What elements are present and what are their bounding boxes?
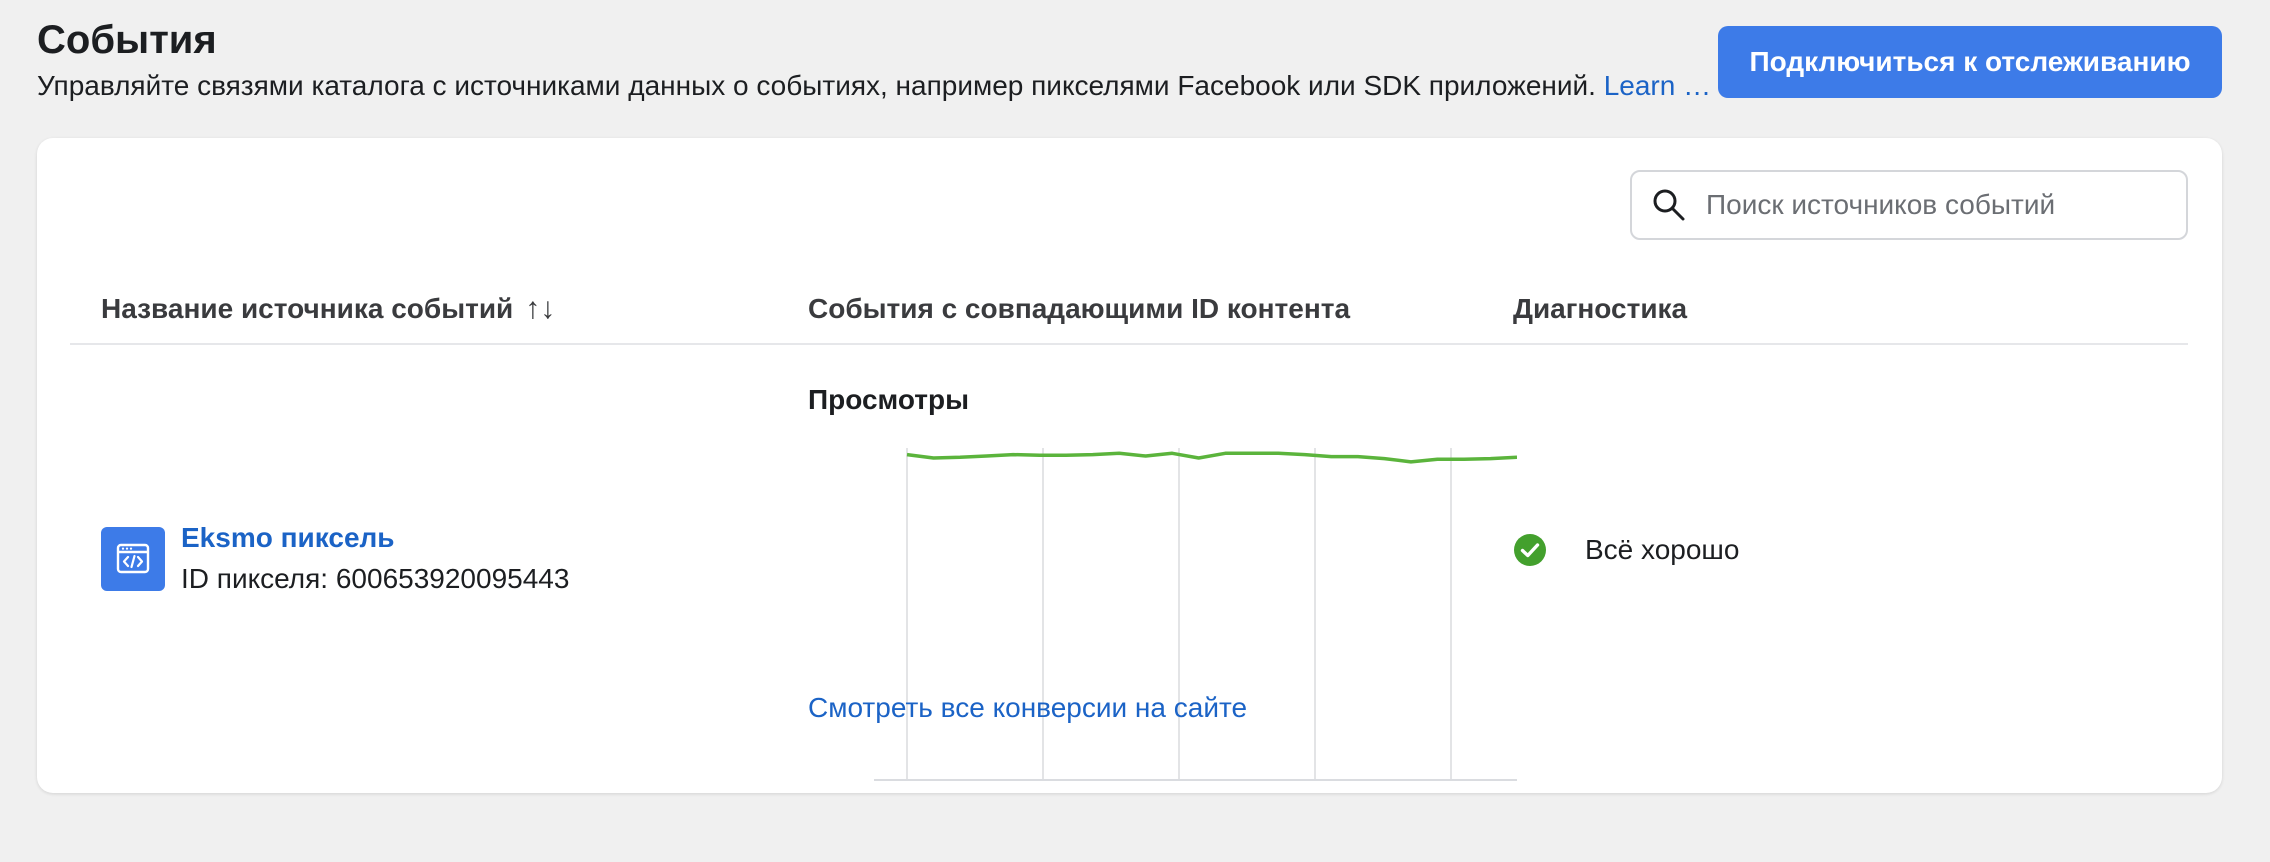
page-title: События (37, 18, 217, 62)
subtitle-text: Управляйте связями каталога с источникам… (37, 70, 1596, 101)
source-pixel-id: ID пикселя: 600653920095443 (181, 563, 570, 594)
views-line-chart (874, 448, 1517, 781)
search-box[interactable] (1630, 170, 2188, 240)
learn-more-link[interactable]: Learn … (1604, 70, 1711, 101)
column-header-source-name-label: Название источника событий (101, 293, 514, 324)
event-sources-card: Название источника событий ↑↓ События с с… (37, 138, 2222, 793)
code-window-icon (101, 527, 165, 591)
source-cell: Eksmo пиксель ID пикселя: 60065392009544… (101, 521, 569, 597)
source-text: Eksmo пиксель ID пикселя: 60065392009544… (181, 521, 569, 597)
search-input[interactable] (1704, 184, 2186, 226)
table-header-divider (70, 343, 2188, 345)
events-page: События Управляйте связями каталога с ис… (0, 0, 2270, 862)
column-header-diagnostics: Диагностика (1513, 293, 1688, 324)
connect-tracking-button[interactable]: Подключиться к отслеживанию (1718, 26, 2222, 98)
source-name-link[interactable]: Eksmo пиксель (181, 521, 569, 555)
diagnostics-status: Всё хорошо (1585, 534, 1740, 565)
diagnostics-cell: Всё хорошо (1513, 532, 1739, 568)
search-icon (1652, 185, 1692, 225)
column-header-matched-events: События с совпадающими ID контента (808, 293, 1351, 324)
chart-series-line (906, 451, 1517, 464)
check-circle-icon (1514, 534, 1546, 566)
chart-title: Просмотры (808, 384, 970, 415)
column-header-source-name[interactable]: Название источника событий ↑↓ (101, 291, 555, 327)
sort-icon[interactable]: ↑↓ (525, 291, 555, 327)
page-subtitle: Управляйте связями каталога с источникам… (37, 68, 1711, 104)
view-all-conversions-link[interactable]: Смотреть все конверсии на сайте (808, 690, 1247, 726)
